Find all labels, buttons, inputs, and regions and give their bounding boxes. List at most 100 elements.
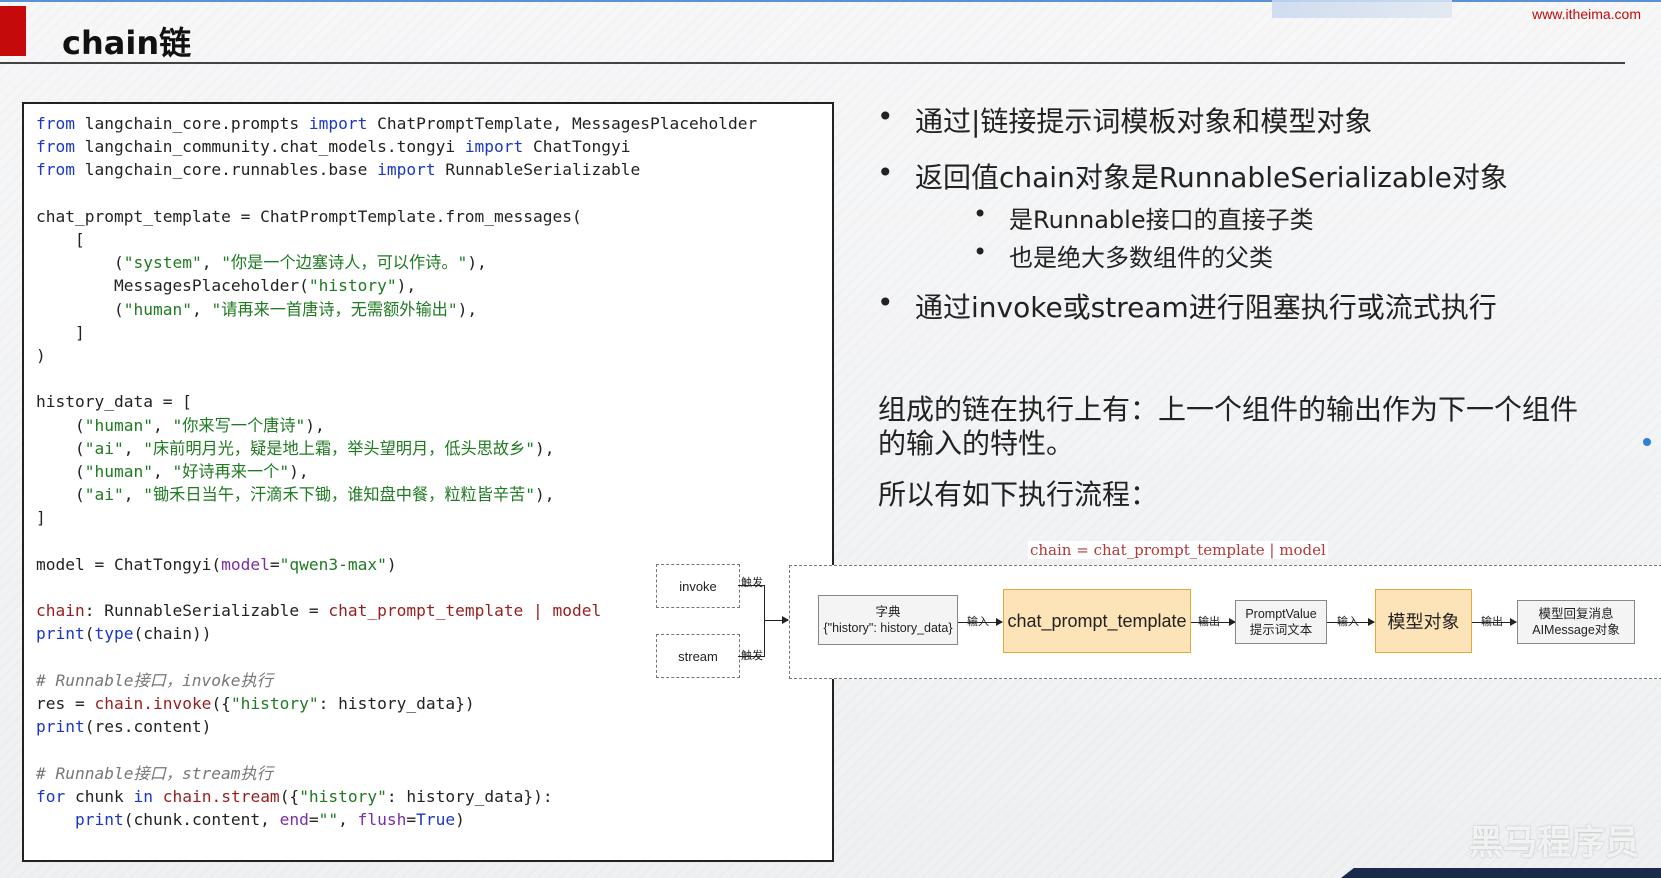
arrow-template-to-promptvalue bbox=[1191, 618, 1236, 626]
code-line: model = ChatTongyi(model="qwen3-max") bbox=[36, 555, 397, 574]
code-token: [ bbox=[36, 230, 85, 250]
bullet-text: 是Runnable接口的直接子类 bbox=[1009, 206, 1314, 234]
code-line: chat_prompt_template = ChatPromptTemplat… bbox=[36, 207, 582, 226]
code-token: chain.invoke bbox=[94, 694, 212, 714]
video-toolbar-strip bbox=[1272, 0, 1452, 18]
code-token: end bbox=[279, 810, 309, 830]
brand-url: www.itheima.com bbox=[1532, 6, 1641, 22]
code-token: "请再来一首唐诗，无需额外输出" bbox=[211, 299, 458, 319]
code-token: from bbox=[36, 114, 75, 133]
code-token: chunk bbox=[65, 786, 134, 806]
code-token: print bbox=[74, 810, 124, 830]
code-token: from bbox=[36, 137, 75, 157]
code-line: ] bbox=[36, 508, 46, 527]
code-line: print(chunk.content, end="", flush=True) bbox=[36, 810, 465, 829]
selection-handle[interactable] bbox=[1643, 438, 1651, 446]
edge-label-output: 输出 bbox=[1198, 615, 1220, 628]
code-token: "history" bbox=[308, 276, 397, 296]
code-listing: from langchain_core.prompts import ChatP… bbox=[36, 112, 757, 831]
code-token: "history" bbox=[299, 786, 387, 806]
arrow-promptvalue-to-model bbox=[1327, 618, 1375, 626]
code-token: = bbox=[269, 554, 280, 574]
reply-line-1: 模型回复消息 bbox=[1538, 607, 1614, 621]
code-token: "床前明月光，疑是地上霜，举头望明月，低头思故乡" bbox=[143, 438, 536, 458]
code-token: "history" bbox=[230, 694, 319, 714]
code-line: ] bbox=[36, 323, 85, 342]
code-line: chain: RunnableSerializable = chat_promp… bbox=[36, 601, 601, 620]
code-token: "human" bbox=[84, 415, 153, 435]
code-token: import bbox=[377, 160, 436, 180]
code-token: ) bbox=[386, 554, 397, 574]
trigger-arrow bbox=[764, 616, 789, 624]
code-token: True bbox=[416, 810, 456, 830]
slide-title: chain链 bbox=[62, 24, 192, 62]
code-token: "ai" bbox=[84, 438, 124, 458]
code-token: ), bbox=[457, 299, 478, 319]
code-token: , bbox=[201, 253, 222, 273]
code-token: import bbox=[464, 137, 524, 157]
code-line: from langchain_community.chat_models.ton… bbox=[36, 137, 631, 156]
dict-node-title: 字典 bbox=[875, 605, 901, 619]
code-comment: # Runnable接口，stream执行 bbox=[36, 763, 273, 783]
code-line: ) bbox=[36, 346, 46, 365]
code-token: ] bbox=[36, 508, 46, 528]
dict-node-value: {"history": history_data} bbox=[823, 621, 953, 635]
code-line: res = chain.invoke({"history": history_d… bbox=[36, 694, 475, 713]
code-token: from bbox=[36, 160, 75, 180]
code-token: ) bbox=[36, 346, 46, 366]
code-token: type bbox=[94, 624, 134, 644]
trigger-label-invoke: 触发 bbox=[741, 576, 763, 589]
code-token: "你是一个边塞诗人，可以作诗。" bbox=[221, 253, 468, 273]
code-token: ), bbox=[289, 462, 309, 482]
bullet-text: 返回值chain对象是RunnableSerializable对象 bbox=[915, 161, 1508, 194]
code-token: langchain_core.prompts bbox=[74, 114, 309, 133]
code-panel: from langchain_core.prompts import ChatP… bbox=[22, 102, 834, 862]
code-line: from langchain_core.prompts import ChatP… bbox=[36, 114, 757, 133]
code-token: , bbox=[152, 415, 173, 435]
code-line: ("human", "请再来一首唐诗，无需额外输出"), bbox=[36, 300, 477, 319]
trigger-merge-line bbox=[764, 585, 765, 657]
code-token: model bbox=[221, 554, 270, 574]
trigger-label-stream: 触发 bbox=[741, 649, 763, 662]
promptvalue-node: PromptValue 提示词文本 bbox=[1235, 600, 1327, 644]
arrow-model-to-reply bbox=[1472, 618, 1517, 626]
edge-label-output-2: 输出 bbox=[1481, 615, 1503, 628]
code-line: ("human", "你来写一个唐诗"), bbox=[36, 416, 325, 435]
code-line: ("system", "你是一个边塞诗人，可以作诗。"), bbox=[36, 253, 487, 272]
bullet-text: 通过|链接提示词模板对象和模型对象 bbox=[915, 105, 1373, 138]
code-token: ), bbox=[467, 253, 487, 273]
promptvalue-line-1: PromptValue bbox=[1245, 607, 1317, 621]
dict-node: 字典 {"history": history_data} bbox=[818, 595, 958, 645]
code-token: ), bbox=[535, 485, 555, 505]
bullet-text: 也是绝大多数组件的父类 bbox=[1009, 244, 1273, 272]
template-node: chat_prompt_template bbox=[1003, 589, 1191, 653]
code-token: "你来写一个唐诗" bbox=[172, 415, 306, 435]
code-token: in bbox=[133, 786, 153, 806]
reply-line-2: AIMessage对象 bbox=[1532, 623, 1620, 637]
code-token: : history_data}): bbox=[386, 786, 553, 806]
bullet-text: 通过invoke或stream进行阻塞执行或流式执行 bbox=[915, 291, 1497, 324]
code-token: RunnableSerializable bbox=[435, 160, 641, 180]
code-token: , bbox=[152, 462, 173, 482]
code-token: ), bbox=[396, 276, 417, 296]
code-token: chat_prompt_template = ChatPromptTemplat… bbox=[36, 206, 582, 226]
brand-watermark: 黑马程序员 bbox=[1469, 823, 1639, 863]
code-token: = bbox=[308, 810, 319, 830]
code-line: print(type(chain)) bbox=[36, 624, 211, 643]
code-token: ChatPromptTemplate, MessagesPlaceholder bbox=[367, 114, 758, 133]
model-node: 模型对象 bbox=[1375, 589, 1472, 653]
code-token: (res.content) bbox=[84, 717, 212, 737]
code-token: ( bbox=[36, 253, 124, 273]
code-token: ), bbox=[535, 438, 555, 458]
code-token: , bbox=[123, 438, 144, 458]
stream-connector bbox=[738, 656, 764, 657]
code-token: , bbox=[191, 299, 212, 319]
title-divider bbox=[0, 62, 1625, 64]
bullet-dot: • bbox=[877, 156, 894, 189]
code-line: # Runnable接口，stream执行 bbox=[36, 764, 273, 783]
code-line: # Runnable接口，invoke执行 bbox=[36, 671, 273, 690]
bullet-dot: • bbox=[877, 100, 894, 133]
code-token: chat_prompt_template | model bbox=[328, 601, 602, 621]
